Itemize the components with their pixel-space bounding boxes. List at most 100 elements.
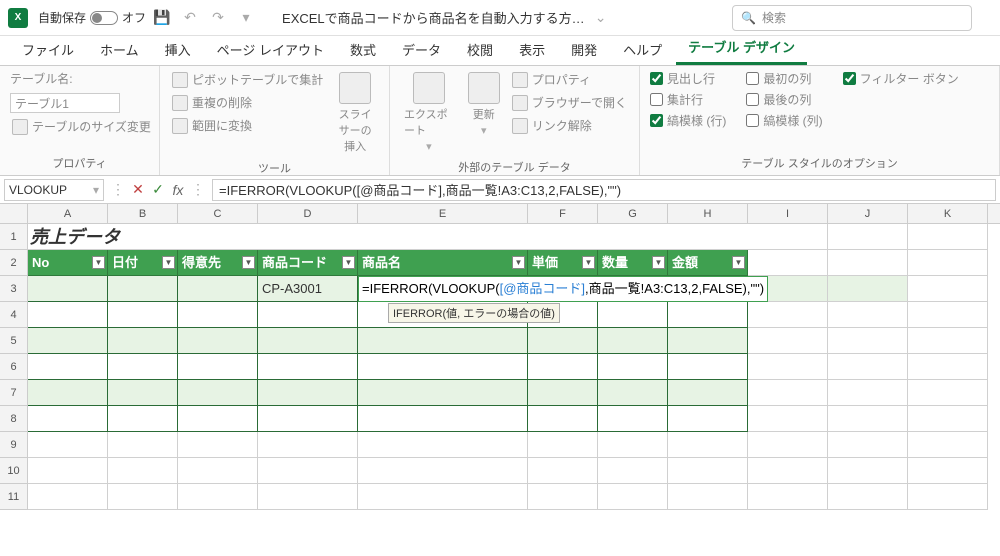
table-cell[interactable] bbox=[108, 302, 178, 328]
cell[interactable] bbox=[108, 484, 178, 510]
cell[interactable] bbox=[748, 484, 828, 510]
save-icon[interactable]: 💾 bbox=[150, 6, 174, 30]
table-cell[interactable] bbox=[598, 328, 668, 354]
cell[interactable] bbox=[908, 432, 988, 458]
cell[interactable] bbox=[908, 458, 988, 484]
table-header[interactable]: 商品名▼ bbox=[358, 250, 528, 276]
table-cell[interactable] bbox=[28, 276, 108, 302]
table-cell[interactable] bbox=[668, 380, 748, 406]
cell[interactable] bbox=[178, 484, 258, 510]
undo-icon[interactable]: ↶ bbox=[178, 6, 202, 30]
table-cell[interactable] bbox=[668, 354, 748, 380]
row-header[interactable]: 1 bbox=[0, 224, 28, 250]
filter-dropdown-icon[interactable]: ▼ bbox=[512, 256, 525, 269]
cell[interactable] bbox=[828, 458, 908, 484]
col-header[interactable]: F bbox=[528, 204, 598, 223]
tab-data[interactable]: データ bbox=[390, 34, 453, 65]
cell[interactable] bbox=[828, 432, 908, 458]
formula-input[interactable]: =IFERROR(VLOOKUP([@商品コード],商品一覧!A3:C13,2,… bbox=[212, 179, 996, 201]
enter-button[interactable]: ✓ bbox=[148, 181, 168, 198]
tab-review[interactable]: 校閲 bbox=[455, 34, 505, 65]
table-cell[interactable] bbox=[28, 380, 108, 406]
cell[interactable] bbox=[908, 328, 988, 354]
col-header[interactable]: G bbox=[598, 204, 668, 223]
filter-dropdown-icon[interactable]: ▼ bbox=[242, 256, 255, 269]
table-cell[interactable] bbox=[108, 380, 178, 406]
tab-home[interactable]: ホーム bbox=[88, 34, 151, 65]
table-header[interactable]: 日付▼ bbox=[108, 250, 178, 276]
table-cell[interactable] bbox=[358, 354, 528, 380]
total-row-checkbox[interactable]: 集計行 bbox=[650, 91, 726, 108]
col-header[interactable]: I bbox=[748, 204, 828, 223]
cell[interactable] bbox=[828, 328, 908, 354]
qat-dropdown-icon[interactable]: ▾ bbox=[234, 6, 258, 30]
table-cell[interactable] bbox=[528, 354, 598, 380]
title-dropdown-icon[interactable]: ⌄ bbox=[589, 6, 613, 30]
cancel-button[interactable]: ✕ bbox=[128, 181, 148, 198]
cell[interactable] bbox=[528, 432, 598, 458]
filter-dropdown-icon[interactable]: ▼ bbox=[652, 256, 665, 269]
table-cell[interactable] bbox=[28, 354, 108, 380]
table-cell[interactable] bbox=[108, 328, 178, 354]
cell[interactable] bbox=[528, 458, 598, 484]
row-header[interactable]: 5 bbox=[0, 328, 28, 354]
insert-slicer-button[interactable]: スライサーの 挿入 bbox=[331, 70, 379, 156]
data-title[interactable]: 売上データ bbox=[28, 224, 748, 250]
table-cell[interactable] bbox=[178, 380, 258, 406]
table-header[interactable]: 金額▼ bbox=[668, 250, 748, 276]
tab-formulas[interactable]: 数式 bbox=[338, 34, 388, 65]
cell[interactable] bbox=[258, 432, 358, 458]
filter-dropdown-icon[interactable]: ▼ bbox=[92, 256, 105, 269]
cell[interactable] bbox=[828, 484, 908, 510]
cell[interactable] bbox=[258, 458, 358, 484]
table-cell[interactable] bbox=[528, 380, 598, 406]
tab-insert[interactable]: 挿入 bbox=[153, 34, 203, 65]
filter-dropdown-icon[interactable]: ▼ bbox=[732, 256, 745, 269]
table-cell[interactable] bbox=[178, 354, 258, 380]
table-cell[interactable] bbox=[258, 406, 358, 432]
cell[interactable] bbox=[28, 484, 108, 510]
cell[interactable] bbox=[828, 406, 908, 432]
cell[interactable] bbox=[358, 432, 528, 458]
export-button[interactable]: エクスポート▾ bbox=[400, 70, 458, 155]
col-header[interactable]: J bbox=[828, 204, 908, 223]
convert-range-button[interactable]: 範囲に変換 bbox=[170, 116, 325, 135]
first-column-checkbox[interactable]: 最初の列 bbox=[746, 70, 822, 87]
cell[interactable] bbox=[748, 432, 828, 458]
table-name-input[interactable] bbox=[10, 93, 120, 113]
cell[interactable] bbox=[828, 276, 908, 302]
cell[interactable] bbox=[528, 484, 598, 510]
cell[interactable] bbox=[598, 432, 668, 458]
table-cell[interactable] bbox=[28, 406, 108, 432]
table-header[interactable]: 単価▼ bbox=[528, 250, 598, 276]
filter-dropdown-icon[interactable]: ▼ bbox=[582, 256, 595, 269]
col-header[interactable]: C bbox=[178, 204, 258, 223]
table-cell-product-code[interactable]: CP-A3001 bbox=[258, 276, 358, 302]
cell[interactable] bbox=[108, 432, 178, 458]
cell[interactable] bbox=[358, 458, 528, 484]
table-cell[interactable] bbox=[358, 380, 528, 406]
cell[interactable] bbox=[828, 250, 908, 276]
row-header[interactable]: 6 bbox=[0, 354, 28, 380]
cell[interactable] bbox=[908, 276, 988, 302]
col-header[interactable]: H bbox=[668, 204, 748, 223]
cell[interactable] bbox=[748, 328, 828, 354]
table-cell[interactable] bbox=[528, 406, 598, 432]
select-all-corner[interactable] bbox=[0, 204, 28, 223]
cell-formula-overlay[interactable]: =IFERROR(VLOOKUP([@商品コード],商品一覧!A3:C13,2,… bbox=[358, 276, 768, 302]
col-header[interactable]: K bbox=[908, 204, 988, 223]
cell[interactable] bbox=[358, 484, 528, 510]
cell[interactable] bbox=[108, 458, 178, 484]
resize-table-button[interactable]: テーブルのサイズ変更 bbox=[10, 117, 153, 136]
last-column-checkbox[interactable]: 最後の列 bbox=[746, 91, 822, 108]
search-input[interactable]: 🔍 検索 bbox=[732, 5, 972, 31]
cell[interactable] bbox=[828, 380, 908, 406]
cell[interactable] bbox=[828, 224, 908, 250]
cell[interactable] bbox=[258, 484, 358, 510]
table-header[interactable]: 得意先▼ bbox=[178, 250, 258, 276]
cell[interactable] bbox=[908, 302, 988, 328]
cell[interactable] bbox=[598, 458, 668, 484]
tab-table-design[interactable]: テーブル デザイン bbox=[676, 31, 807, 65]
header-row-checkbox[interactable]: 見出し行 bbox=[650, 70, 726, 87]
tab-help[interactable]: ヘルプ bbox=[611, 34, 674, 65]
